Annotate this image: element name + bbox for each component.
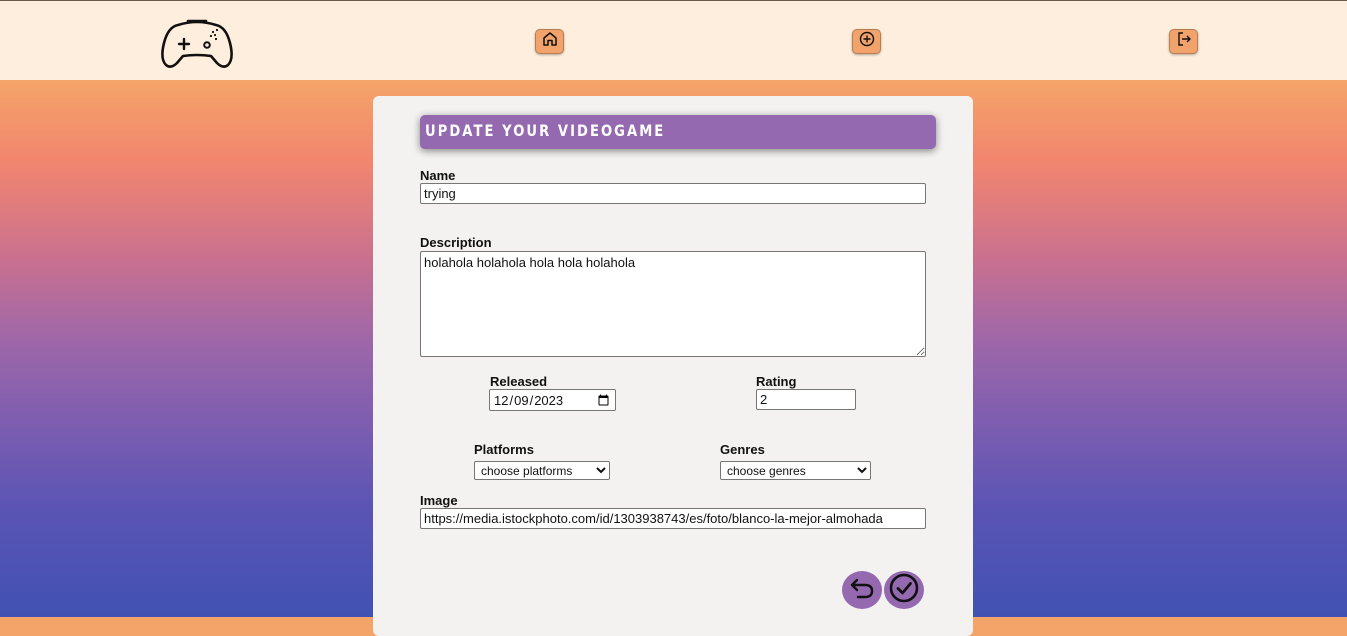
name-label: Name xyxy=(420,168,456,183)
submit-button[interactable] xyxy=(884,571,924,609)
genres-label: Genres xyxy=(720,442,765,457)
update-form-card: Update your videogame Name Description h… xyxy=(373,96,973,636)
rating-label: Rating xyxy=(756,374,797,389)
home-icon xyxy=(541,30,559,53)
description-field[interactable]: holahola holahola hola hola holahola xyxy=(420,251,926,357)
back-button[interactable] xyxy=(842,571,882,609)
platforms-select[interactable]: choose platforms xyxy=(474,461,610,480)
check-circle-icon xyxy=(888,572,920,609)
rating-field[interactable] xyxy=(756,389,856,410)
image-label: Image xyxy=(420,493,458,508)
form-title-bar: Update your videogame xyxy=(420,115,936,149)
top-navbar xyxy=(0,0,1347,80)
gamepad-icon xyxy=(160,15,234,69)
released-date-field[interactable] xyxy=(489,389,616,411)
logout-button[interactable] xyxy=(1169,29,1198,54)
add-videogame-button[interactable] xyxy=(852,29,881,54)
platforms-label: Platforms xyxy=(474,442,534,457)
home-button[interactable] xyxy=(535,29,564,54)
released-label: Released xyxy=(490,374,548,389)
form-title: Update your videogame xyxy=(425,121,666,140)
undo-arrow-icon xyxy=(848,574,876,607)
plus-circle-icon xyxy=(858,30,876,53)
genres-select[interactable]: choose genres xyxy=(720,461,871,480)
name-field[interactable] xyxy=(420,183,926,204)
description-label: Description xyxy=(420,235,492,250)
image-url-field[interactable] xyxy=(420,508,926,529)
logout-icon xyxy=(1175,30,1193,53)
